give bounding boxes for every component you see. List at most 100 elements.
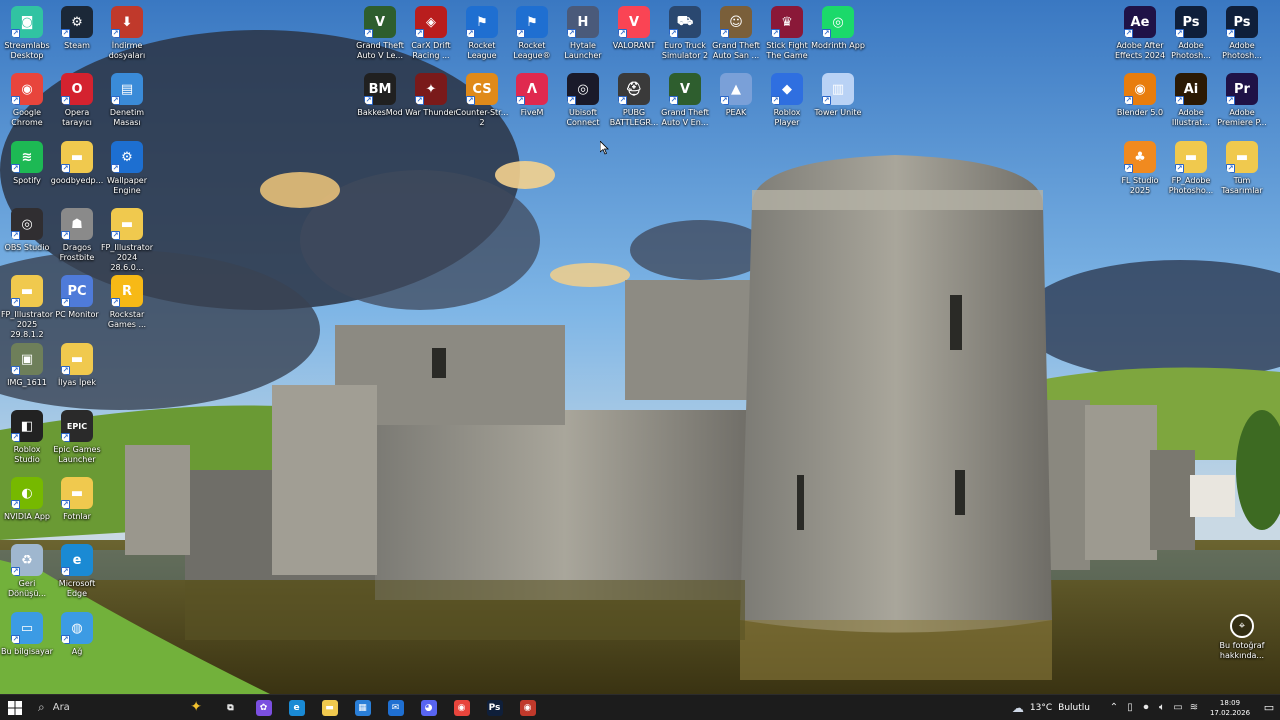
desktop-icon[interactable]: ◉ ↗ Google Chrome [0,71,54,135]
desktop-icon[interactable]: ≋ ↗ Spotify [0,139,54,203]
desktop-icon[interactable]: ⬇ ↗ İndirme dosyaları [100,4,154,68]
desktop-icon[interactable]: ⚙ ↗ Wallpaper Engine [100,139,154,203]
desktop-icon[interactable]: ▭ ↗ Bu bilgisayar [0,610,54,674]
taskbar-app-button[interactable]: ▦ [346,695,379,720]
battery-icon[interactable]: ▯ [1122,702,1138,713]
spotlight-about-photo-button[interactable]: ⌖ Bu fotoğraf hakkında... [1214,614,1270,661]
microphone-icon[interactable]: ⏺ [1138,702,1154,713]
desktop-icon[interactable]: ⚙ ↗ Steam [50,4,104,68]
shortcut-arrow-icon: ↗ [61,366,70,375]
desktop-icon[interactable]: ▣ ↗ IMG_1611 [0,341,54,405]
desktop-icon[interactable]: ♣ ↗ FL Studio 2025 [1113,139,1167,203]
photoshop-icon: Ps ↗ [1175,6,1207,38]
taskbar-app-button[interactable]: ◉ [445,695,478,720]
desktop-icon[interactable]: ◆ ↗ Roblox Player [760,71,814,135]
edge-icon: e ↗ [61,544,93,576]
desktop-icon[interactable]: V ↗ VALORANT [607,4,661,68]
desktop-icon-label: FL Studio 2025 [1121,176,1159,195]
desktop-icon[interactable]: ◈ ↗ CarX Drift Racing ... [404,4,458,68]
taskbar-app-button[interactable]: ✉ [379,695,412,720]
taskbar-app-button[interactable]: ✿ [247,695,280,720]
taskbar-search-box[interactable]: ⌕ ✦ [30,695,210,720]
speaker-icon[interactable]: 🔈︎ [1154,702,1170,713]
desktop-icon[interactable]: H ↗ Hytale Launcher [556,4,610,68]
taskbar-clock[interactable]: 18:09 17.02.2026 [1206,698,1254,718]
desktop-icon[interactable]: ☺ ↗ Grand Theft Auto San ... [709,4,763,68]
desktop-icon[interactable]: CS ↗ Counter-Str... 2 [455,71,509,135]
desktop-icon[interactable]: ◉ ↗ Blender 5.0 [1113,71,1167,135]
taskbar-app-button[interactable]: ◕ [412,695,445,720]
desktop-icon[interactable]: ◎ ↗ Ubisoft Connect [556,71,610,135]
desktop-icon[interactable]: e ↗ Microsoft Edge [50,542,104,606]
taskbar-app-button[interactable]: ⧉ [214,695,247,720]
shortcut-arrow-icon: ↗ [11,500,20,509]
desktop-icon[interactable]: ▬ ↗ Fotnlar [50,475,104,539]
desktop-icon[interactable]: Ae ↗ Adobe After Effects 2024 [1113,4,1167,68]
shortcut-arrow-icon: ↗ [111,96,120,105]
desktop-icon-label: Rocket League [467,41,497,60]
start-button[interactable] [0,695,30,720]
desktop-icon[interactable]: O ↗ Opera tarayıcı [50,71,104,135]
desktop-icon[interactable]: ♛ ↗ Stick Fight The Game [760,4,814,68]
desktop-icon[interactable]: ◎ ↗ Modrinth App [811,4,865,68]
desktop-icon[interactable]: ◍ ↗ Ağ [50,610,104,674]
shortcut-arrow-icon: ↗ [516,29,525,38]
desktop-icon[interactable]: ◐ ↗ NVIDIA App [0,475,54,539]
desktop-icon[interactable]: Ps ↗ Adobe Photosh... [1164,4,1218,68]
cloud-icon: ☁ [1011,700,1024,715]
photoshop-icon: Ps ↗ [1226,6,1258,38]
desktop-icon[interactable]: ▬ ↗ FP_Illustrator 2025 29.8.1.2 [0,273,54,339]
desktop-icon-label: Ağ [71,647,83,656]
taskbar-app-button[interactable]: Ps [478,695,511,720]
taskbar-app-button[interactable]: ▬ [313,695,346,720]
wifi-icon[interactable]: ≋ [1186,702,1202,713]
shortcut-arrow-icon: ↗ [415,96,424,105]
search-input[interactable] [52,702,163,713]
desktop-icon[interactable]: Ps ↗ Adobe Photosh... [1215,4,1269,68]
search-highlight-icon[interactable]: ✦ [190,699,202,715]
desktop-icon[interactable]: V ↗ Grand Theft Auto V Le... [353,4,407,68]
desktop-icon[interactable]: ▤ ↗ Denetim Masası [100,71,154,135]
shortcut-arrow-icon: ↗ [11,164,20,173]
desktop-icon[interactable]: R ↗ Rockstar Games ... [100,273,154,337]
desktop-icon[interactable]: Λ ↗ FiveM [505,71,559,135]
desktop-icon[interactable]: Pr ↗ Adobe Premiere P... [1215,71,1269,135]
desktop-icon[interactable]: ⚑ ↗ Rocket League® [505,4,559,68]
desktop-icon[interactable]: ▬ ↗ FP_Adobe Photosho... [1164,139,1218,203]
desktop-icon[interactable]: ✦ ↗ War Thunder [404,71,458,135]
desktop-icon[interactable]: ⛟ ↗ Euro Truck Simulator 2 [658,4,712,68]
desktop-icon[interactable]: ⛑ ↗ PUBG BATTLEGR... [607,71,661,135]
desktop-icon-label: Stick Fight The Game [766,41,808,60]
desktop-icon[interactable]: Ai ↗ Adobe Illustrat... [1164,71,1218,135]
desktop-icon[interactable]: ⚑ ↗ Rocket League [455,4,509,68]
desktop-icon[interactable]: ▬ ↗ Tüm Tasarımlar [1215,139,1269,203]
desktop-icon[interactable]: V ↗ Grand Theft Auto V En... [658,71,712,135]
camera-icon: ⌖ [1230,614,1254,638]
weather-widget[interactable]: ☁ 13°C Bulutlu [1012,701,1090,715]
desktop-icon[interactable]: ◎ ↗ OBS Studio [0,206,54,270]
desktop-icon[interactable]: BM ↗ BakkesMod [353,71,407,135]
chevron-up-icon[interactable]: ⌃ [1106,702,1122,713]
shortcut-arrow-icon: ↗ [720,96,729,105]
desktop-icon[interactable]: ▥ ↗ Tower Unite [811,71,865,135]
taskbar-pinned-apps: ⧉ ✿ e ▬ ▦ ✉ ◕ ◉ Ps ◉ [214,695,544,720]
desktop-icon[interactable]: ♻ ↗ Geri Dönüşü... [0,542,54,606]
desktop-icon[interactable]: ▬ ↗ İlyas İpek [50,341,104,405]
desktop-icon[interactable]: ▲ ↗ PEAK [709,71,763,135]
desktop-icon[interactable]: ▬ ↗ FP_Illustrator 2024 28.6.0... [100,206,154,272]
shortcut-arrow-icon: ↗ [364,29,373,38]
notification-icon[interactable]: ▭ [1258,701,1280,714]
desktop-icon[interactable]: ◙ ↗ Streamlabs Desktop [0,4,54,68]
bakkesmod-icon: BM ↗ [364,73,396,105]
desktop-icon[interactable]: ◧ ↗ Roblox Studio [0,408,54,472]
desktop-icon[interactable]: EPIC ↗ Epic Games Launcher [50,408,104,472]
folder-icon: ▬ ↗ [1175,141,1207,173]
shortcut-arrow-icon: ↗ [466,29,475,38]
folder-icon: ▬ ↗ [111,208,143,240]
desktop-icon[interactable]: ☗ ↗ Dragos Frostbite [50,206,104,270]
desktop-icon[interactable]: PC ↗ PC Monitor [50,273,104,337]
taskbar-app-button[interactable]: e [280,695,313,720]
desktop-icon[interactable]: ▬ ↗ goodbyedp... [50,139,104,203]
taskbar-app-button[interactable]: ◉ [511,695,544,720]
display-icon[interactable]: ▭ [1170,702,1186,713]
